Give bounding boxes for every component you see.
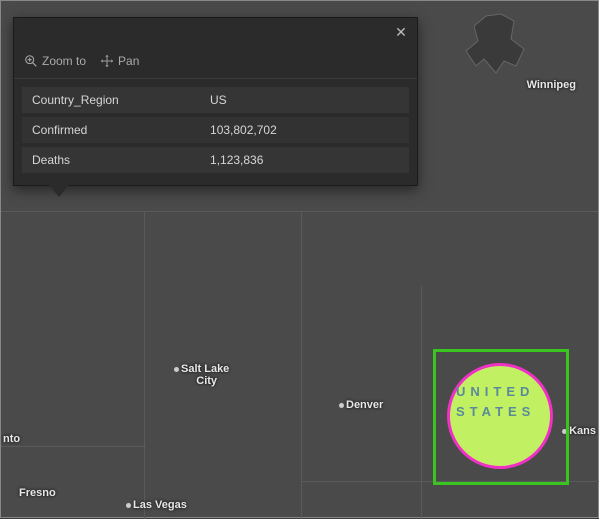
popup-body: Country_Region US Confirmed 103,802,702 … (14, 79, 417, 185)
attr-key: Deaths (22, 147, 200, 173)
zoom-to-label: Zoom to (42, 54, 86, 68)
attr-key: Confirmed (22, 117, 200, 143)
zoom-to-button[interactable]: Zoom to (24, 54, 86, 68)
zoom-in-icon (24, 54, 38, 68)
city-fresno: Fresno (19, 487, 56, 499)
attr-value: 103,802,702 (200, 117, 409, 143)
popup-pointer-icon (49, 185, 69, 197)
city-winnipeg: Winnipeg (527, 79, 576, 91)
close-icon[interactable]: ✕ (393, 24, 409, 40)
city-slc-line2: City (196, 375, 217, 387)
pan-label: Pan (118, 54, 139, 68)
country-label-line2: STATES (456, 404, 535, 419)
attr-value: 1,123,836 (200, 147, 409, 173)
pan-button[interactable]: Pan (100, 54, 139, 68)
city-dot-icon (174, 367, 179, 372)
pan-icon (100, 54, 114, 68)
popup-toolbar: Zoom to Pan (14, 48, 417, 79)
city-dot-icon (126, 503, 131, 508)
attr-key: Country_Region (22, 87, 200, 113)
city-salt-lake-city: Salt Lake City (174, 363, 229, 387)
attr-value: US (200, 87, 409, 113)
table-row: Deaths 1,123,836 (22, 147, 409, 173)
table-row: Country_Region US (22, 87, 409, 113)
city-dot-icon (339, 403, 344, 408)
table-row: Confirmed 103,802,702 (22, 117, 409, 143)
lake-shape (456, 11, 546, 86)
feature-popup: ✕ Zoom to Pan Country_Region US Confirme… (13, 17, 418, 186)
popup-header: ✕ (14, 18, 417, 48)
city-las-vegas: Las Vegas (126, 499, 187, 511)
city-denver: Denver (339, 399, 383, 411)
country-label-line1: UNITED (456, 384, 534, 399)
city-slc-line1: Salt Lake (181, 363, 229, 375)
city-truncated: nto (3, 433, 20, 445)
